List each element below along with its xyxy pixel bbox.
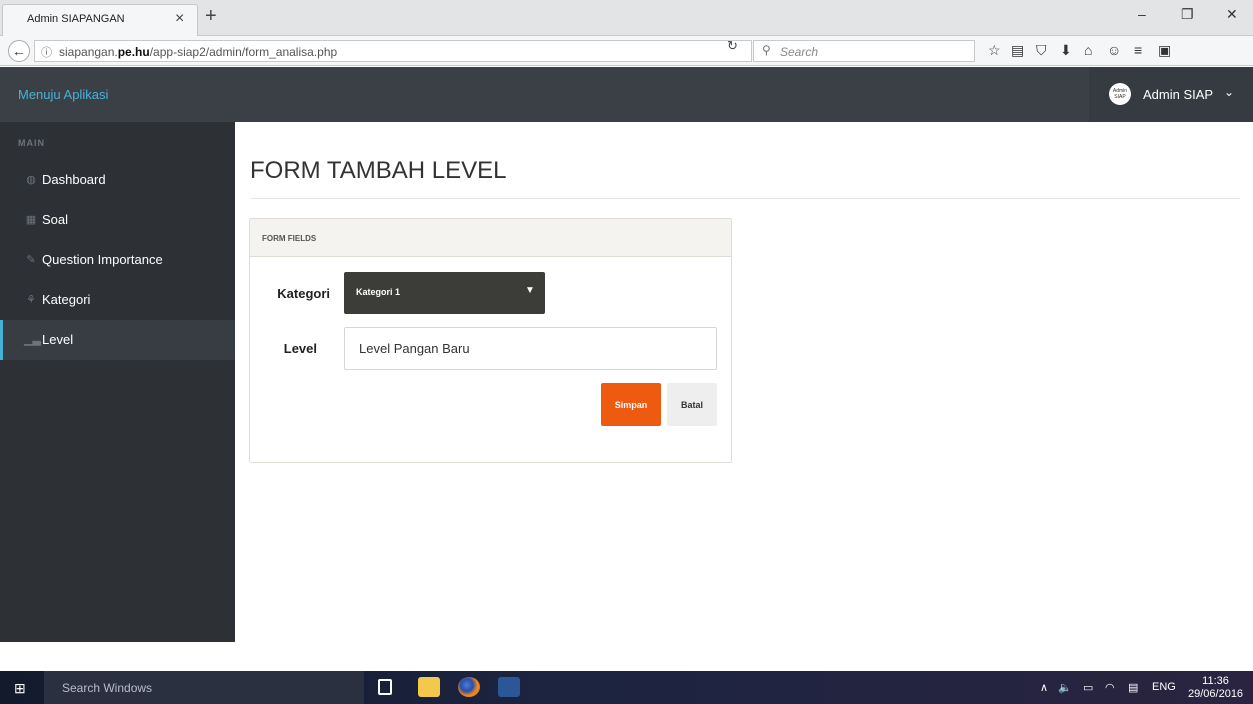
sidebar-item-dashboard[interactable]: ◍ Dashboard: [0, 160, 235, 200]
windows-start-icon[interactable]: ⊞: [14, 680, 26, 697]
search-icon: ⚲: [762, 43, 771, 57]
page-title: FORM TAMBAH LEVEL: [250, 157, 507, 184]
battery-icon[interactable]: ▭: [1083, 681, 1093, 694]
sidebar-item-label: Dashboard: [42, 172, 106, 187]
sidebar-item-question-importance[interactable]: ✎ Question Importance: [0, 240, 235, 280]
avatar: Admin SIAP: [1109, 83, 1131, 105]
kategori-label: Kategori: [277, 286, 330, 301]
task-view-icon[interactable]: [378, 679, 392, 695]
level-input[interactable]: [344, 327, 717, 370]
url-bar[interactable]: ⓘ siapangan.pe.hu/app-siap2/admin/form_a…: [34, 40, 752, 62]
minimize-icon[interactable]: –: [1138, 6, 1146, 22]
menu-icon[interactable]: ≡: [1134, 42, 1142, 58]
kategori-selected-value: Kategori 1: [356, 287, 401, 297]
file-explorer-icon[interactable]: [418, 677, 440, 697]
dashboard-icon: ◍: [26, 174, 36, 186]
signal-icon: ▁▃: [24, 334, 41, 346]
form-panel: FORM FIELDS Kategori Kategori 1 ▼ Level …: [249, 218, 732, 463]
user-name: Admin SIAP: [1143, 87, 1214, 102]
sidebar: MAIN ◍ Dashboard ▦ Soal ✎ Question Impor…: [0, 122, 235, 642]
app-header: Menuju Aplikasi Admin SIAP Admin SIAP ⌄: [0, 67, 1253, 122]
new-tab-icon[interactable]: +: [205, 6, 217, 26]
hello-icon[interactable]: ☺: [1107, 42, 1121, 58]
panel-heading: FORM FIELDS: [250, 219, 731, 257]
firefox-icon[interactable]: [458, 677, 480, 697]
cancel-button[interactable]: Batal: [667, 383, 717, 426]
restore-icon[interactable]: ❐: [1181, 6, 1194, 23]
browser-nav-bar: ← ⓘ siapangan.pe.hu/app-siap2/admin/form…: [0, 36, 1253, 66]
browser-tab[interactable]: Admin SIAPANGAN ×: [2, 4, 198, 36]
chevron-down-icon: ⌄: [1224, 85, 1235, 99]
download-icon[interactable]: ⬇: [1060, 42, 1072, 59]
edit-icon: ✎: [26, 254, 36, 266]
back-arrow-icon[interactable]: ←: [8, 40, 30, 62]
home-icon[interactable]: ⌂: [1084, 42, 1092, 58]
language-indicator[interactable]: ENG: [1152, 681, 1176, 693]
volume-icon[interactable]: 🔈: [1058, 681, 1072, 694]
user-menu[interactable]: Admin SIAP Admin SIAP ⌄: [1089, 67, 1253, 122]
taskbar-search[interactable]: Search Windows: [44, 671, 364, 704]
clock-time: 11:36: [1202, 675, 1229, 687]
sidebar-item-label: Kategori: [42, 292, 91, 307]
tab-title: Admin SIAPANGAN: [27, 13, 125, 25]
title-divider: [250, 198, 1240, 199]
tray-chevron-icon[interactable]: ∧: [1040, 681, 1048, 694]
kategori-select[interactable]: Kategori 1 ▼: [344, 272, 545, 314]
info-icon[interactable]: ⓘ: [41, 44, 52, 60]
reload-icon[interactable]: ↻: [727, 38, 738, 54]
clock-date: 29/06/2016: [1188, 688, 1244, 700]
brand-link[interactable]: Menuju Aplikasi: [18, 87, 108, 102]
windows-taskbar: ⊞ Search Windows ∧ 🔈 ▭ ◠ ▤ ENG 11:36 29/…: [0, 671, 1253, 704]
clock[interactable]: 11:36 29/06/2016: [1188, 675, 1243, 701]
sidebar-item-soal[interactable]: ▦ Soal: [0, 200, 235, 240]
save-button[interactable]: Simpan: [601, 383, 661, 426]
sitemap-icon: ⚘: [26, 294, 36, 306]
wifi-icon[interactable]: ◠: [1105, 681, 1115, 694]
taskbar-search-text: Search Windows: [62, 681, 153, 695]
sidebar-item-kategori[interactable]: ⚘ Kategori: [0, 280, 235, 320]
tab-close-icon[interactable]: ×: [175, 10, 184, 28]
sidebar-item-label: Question Importance: [42, 252, 163, 267]
word-icon[interactable]: [498, 677, 520, 697]
sidebar-item-level[interactable]: ▁▃ Level: [0, 320, 235, 360]
window-close-icon[interactable]: ✕: [1226, 6, 1238, 23]
panel-heading-text: FORM FIELDS: [262, 234, 317, 243]
table-icon: ▦: [25, 214, 37, 226]
level-label: Level: [283, 341, 317, 356]
url-text[interactable]: siapangan.pe.hu/app-siap2/admin/form_ana…: [59, 45, 337, 59]
action-center-icon[interactable]: ▤: [1128, 681, 1138, 694]
sidebar-item-label: Level: [42, 332, 74, 347]
reading-list-icon[interactable]: ▤: [1011, 42, 1024, 59]
caret-down-icon: ▼: [525, 285, 535, 296]
pocket-icon[interactable]: ⛉: [1036, 42, 1047, 59]
sidebar-section-title: MAIN: [18, 138, 45, 148]
bookmark-star-icon[interactable]: ☆: [988, 42, 1001, 59]
browser-tab-bar: Admin SIAPANGAN × + – ❐ ✕: [0, 0, 1253, 36]
browser-search-box[interactable]: ⚲ Search: [753, 40, 975, 62]
sidebar-item-label: Soal: [42, 212, 69, 227]
extension-icon[interactable]: ▣: [1158, 42, 1171, 59]
search-placeholder: Search: [780, 45, 819, 59]
